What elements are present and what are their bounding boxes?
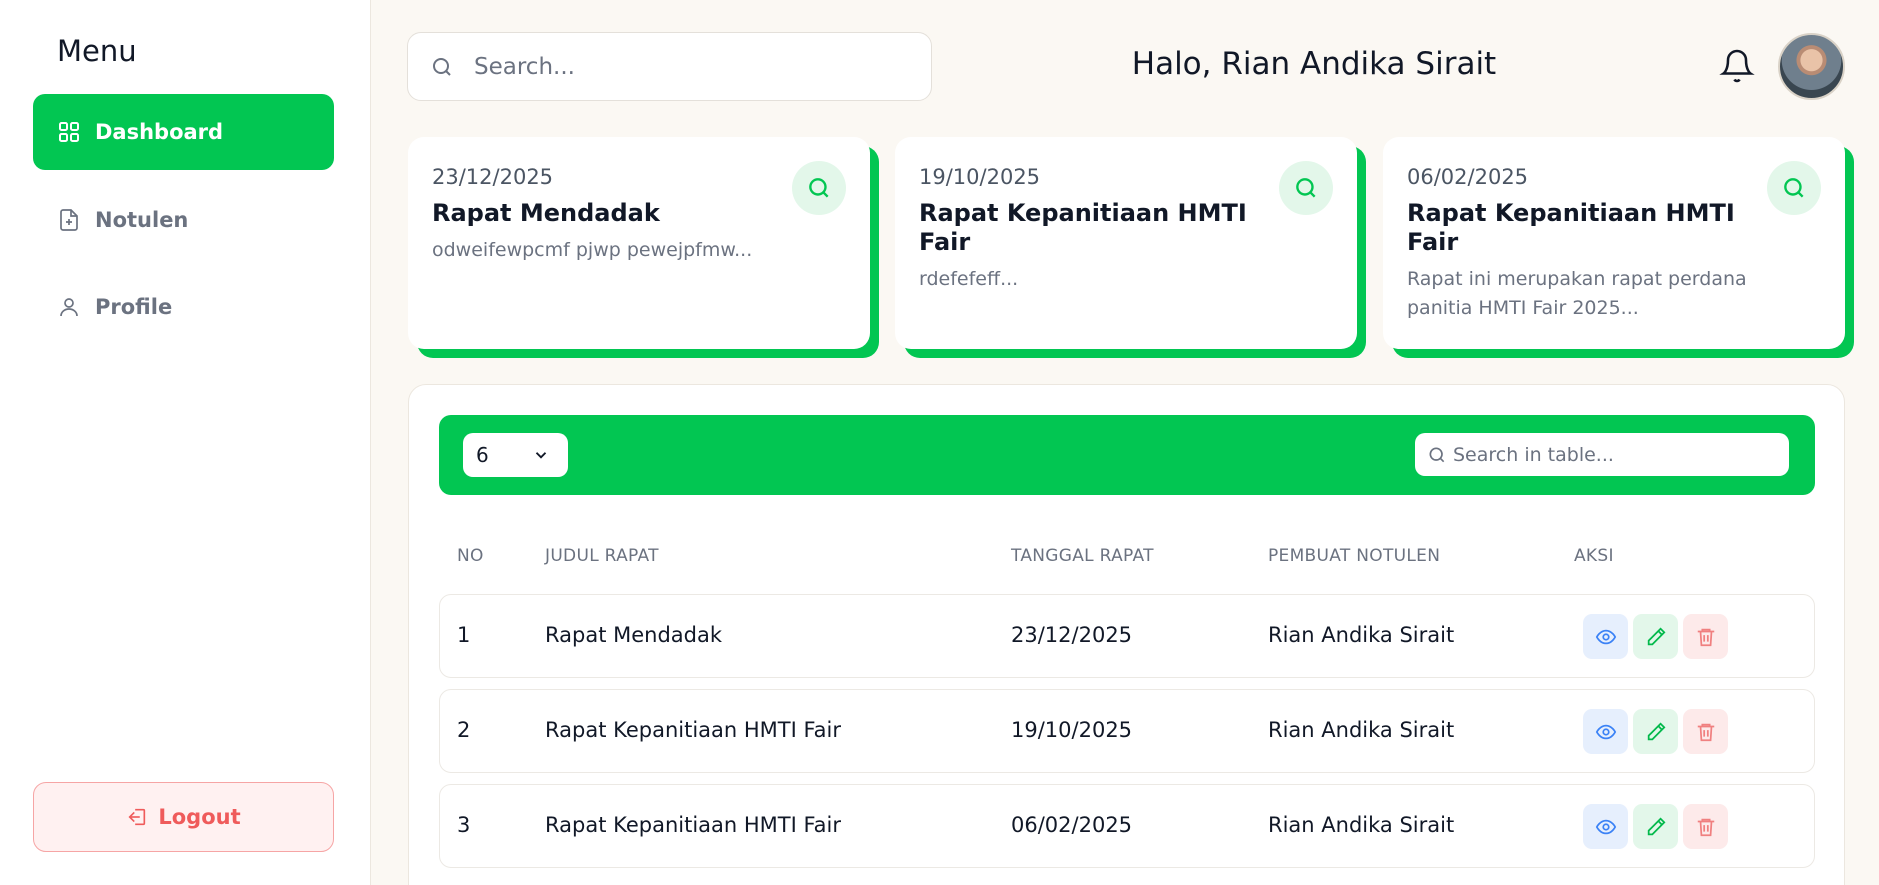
- meeting-card[interactable]: 19/10/2025 Rapat Kepanitiaan HMTI Fair r…: [895, 137, 1357, 349]
- chevron-down-icon: [535, 452, 547, 459]
- cell-tanggal: 19/10/2025: [1011, 718, 1133, 742]
- table-row: 2 Rapat Kepanitiaan HMTI Fair 19/10/2025…: [439, 689, 1815, 773]
- edit-button[interactable]: [1633, 804, 1678, 849]
- view-button[interactable]: [1583, 709, 1628, 754]
- table-search-input[interactable]: [1453, 443, 1773, 466]
- avatar[interactable]: [1778, 33, 1845, 100]
- greeting: Halo, Rian Andika Sirait: [1131, 46, 1497, 82]
- page-size-value: 6: [476, 443, 489, 467]
- search-box: [407, 32, 932, 101]
- file-plus-icon: [60, 209, 78, 231]
- table-row: 3 Rapat Kepanitiaan HMTI Fair 06/02/2025…: [439, 784, 1815, 868]
- sidebar-item-notulen[interactable]: Notulen: [33, 182, 334, 258]
- grid-icon: [59, 122, 79, 142]
- eye-icon: [1595, 819, 1616, 834]
- table-panel: 6 NO JUDUL RAPAT TANGGAL RAPAT PEMBUAT N…: [408, 384, 1845, 885]
- logout-icon: [128, 808, 146, 826]
- cell-tanggal: 23/12/2025: [1011, 623, 1133, 647]
- table-toolbar: 6: [439, 415, 1815, 495]
- card-date: 06/02/2025: [1407, 165, 1529, 189]
- view-button[interactable]: [1583, 614, 1628, 659]
- cell-tanggal: 06/02/2025: [1011, 813, 1133, 837]
- eye-icon: [1595, 724, 1616, 739]
- pencil-icon: [1647, 627, 1665, 645]
- logout-label: Logout: [158, 805, 241, 829]
- meeting-card[interactable]: 23/12/2025 Rapat Mendadak odweifewpcmf p…: [408, 137, 870, 349]
- logout-button[interactable]: Logout: [33, 782, 334, 852]
- table-row: 1 Rapat Mendadak 23/12/2025 Rian Andika …: [439, 594, 1815, 678]
- sidebar-item-label: Dashboard: [95, 120, 224, 144]
- column-header-judul[interactable]: JUDUL RAPAT: [545, 546, 659, 566]
- card-date: 23/12/2025: [432, 165, 554, 189]
- trash-icon: [1697, 628, 1714, 646]
- card-search-button[interactable]: [792, 161, 846, 215]
- delete-button[interactable]: [1683, 614, 1728, 659]
- edit-button[interactable]: [1633, 614, 1678, 659]
- card-title: Rapat Kepanitiaan HMTI Fair: [919, 199, 1247, 256]
- column-header-no: NO: [457, 546, 484, 566]
- edit-button[interactable]: [1633, 709, 1678, 754]
- cell-no: 3: [457, 813, 471, 837]
- search-icon: [1296, 178, 1316, 198]
- sidebar-item-label: Notulen: [95, 208, 189, 232]
- card-description: Rapat ini merupakan rapat perdana paniti…: [1407, 268, 1747, 319]
- trash-icon: [1697, 723, 1714, 741]
- card-search-button[interactable]: [1279, 161, 1333, 215]
- pencil-icon: [1647, 817, 1665, 835]
- card-title: Rapat Mendadak: [432, 199, 660, 227]
- delete-button[interactable]: [1683, 709, 1728, 754]
- search-icon: [1784, 178, 1804, 198]
- cell-pembuat: Rian Andika Sirait: [1268, 718, 1455, 742]
- page-size-select[interactable]: 6: [463, 433, 568, 477]
- card-description: rdefefeff...: [919, 268, 1019, 290]
- cell-pembuat: Rian Andika Sirait: [1268, 623, 1455, 647]
- sidebar-item-label: Profile: [95, 295, 173, 319]
- user-icon: [60, 298, 78, 317]
- meeting-card[interactable]: 06/02/2025 Rapat Kepanitiaan HMTI Fair R…: [1383, 137, 1845, 349]
- cell-no: 2: [457, 718, 471, 742]
- cell-no: 1: [457, 623, 471, 647]
- cell-judul: Rapat Kepanitiaan HMTI Fair: [545, 718, 841, 742]
- card-date: 19/10/2025: [919, 165, 1041, 189]
- sidebar-item-dashboard[interactable]: Dashboard: [33, 94, 334, 170]
- column-header-pembuat[interactable]: PEMBUAT NOTULEN: [1268, 546, 1440, 566]
- bell-icon[interactable]: [1719, 47, 1755, 85]
- search-icon: [1429, 447, 1445, 462]
- trash-icon: [1697, 818, 1714, 836]
- pencil-icon: [1647, 722, 1665, 740]
- sidebar-item-profile[interactable]: Profile: [33, 269, 334, 345]
- column-header-aksi: AKSI: [1574, 546, 1614, 566]
- table-search-box: [1415, 433, 1789, 476]
- eye-icon: [1595, 629, 1616, 644]
- cell-judul: Rapat Kepanitiaan HMTI Fair: [545, 813, 841, 837]
- view-button[interactable]: [1583, 804, 1628, 849]
- cell-pembuat: Rian Andika Sirait: [1268, 813, 1455, 837]
- delete-button[interactable]: [1683, 804, 1728, 849]
- sidebar: Menu Dashboard Notulen Profile Logout: [0, 0, 371, 885]
- card-title: Rapat Kepanitiaan HMTI Fair: [1407, 199, 1735, 256]
- menu-title: Menu: [57, 34, 137, 68]
- column-header-tanggal[interactable]: TANGGAL RAPAT: [1011, 546, 1154, 566]
- cell-judul: Rapat Mendadak: [545, 623, 723, 647]
- search-icon: [809, 178, 829, 198]
- card-search-button[interactable]: [1767, 161, 1821, 215]
- card-description: odweifewpcmf pjwp pewejpfmw...: [432, 239, 753, 261]
- search-icon: [433, 57, 451, 76]
- search-input[interactable]: [474, 53, 904, 80]
